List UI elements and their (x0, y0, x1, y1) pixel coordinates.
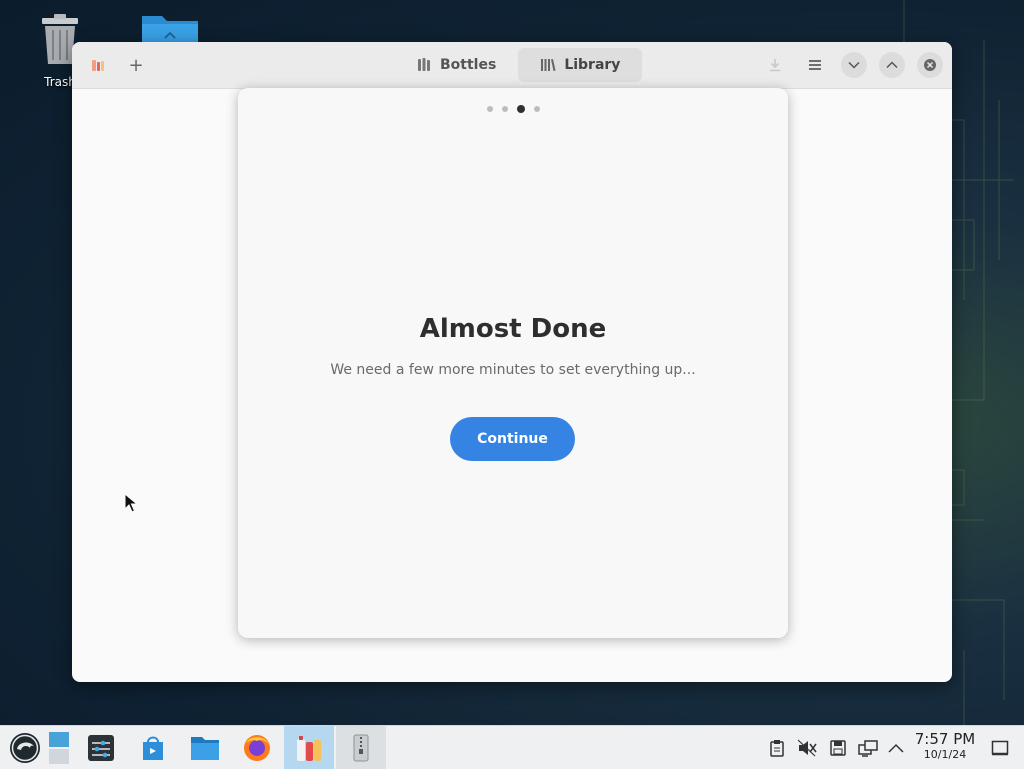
bottles-window: + Bottles Library Almost Done We need a … (72, 42, 952, 682)
bottles-app-icon (86, 50, 110, 80)
volume-muted-icon[interactable] (797, 738, 817, 758)
maximize-icon[interactable] (879, 52, 905, 78)
add-icon[interactable]: + (124, 50, 148, 80)
page-dot-current[interactable] (516, 105, 525, 113)
download-icon[interactable] (762, 52, 788, 78)
taskbar: 7:57 PM 10/1/24 (0, 725, 1024, 769)
bottles-taskbar-icon[interactable] (284, 726, 334, 769)
hamburger-menu-icon[interactable] (802, 52, 828, 78)
software-store-icon[interactable] (130, 726, 176, 769)
storage-icon[interactable] (828, 738, 848, 758)
network-icon[interactable] (858, 738, 878, 758)
tab-bottles-label: Bottles (440, 57, 497, 73)
page-indicator (238, 105, 788, 113)
tray-expand-icon[interactable] (886, 738, 906, 758)
page-dot[interactable] (486, 106, 493, 112)
onboarding-subtitle: We need a few more minutes to set everyt… (330, 362, 696, 378)
tab-library-label: Library (564, 57, 621, 73)
clock[interactable]: 7:57 PM 10/1/24 (912, 731, 978, 762)
folder-icon (142, 16, 198, 44)
archive-icon[interactable] (336, 726, 386, 769)
page-dot[interactable] (501, 106, 508, 112)
headerbar: + Bottles Library (72, 42, 952, 89)
show-desktop-icon[interactable] (40, 726, 78, 769)
onboarding-dialog: Almost Done We need a few more minutes t… (238, 88, 788, 638)
tab-library[interactable]: Library (518, 48, 643, 82)
settings-icon[interactable] (78, 726, 124, 769)
minimize-icon[interactable] (841, 52, 867, 78)
onboarding-title: Almost Done (419, 314, 607, 344)
firefox-icon[interactable] (234, 726, 280, 769)
file-manager-icon[interactable] (182, 726, 228, 769)
bottles-icon (418, 58, 430, 71)
page-dot[interactable] (533, 106, 540, 112)
library-icon (541, 59, 556, 71)
close-icon[interactable] (917, 52, 943, 78)
continue-button[interactable]: Continue (450, 417, 575, 461)
clipboard-icon[interactable] (767, 738, 787, 758)
mouse-cursor-icon (124, 493, 138, 513)
clock-date: 10/1/24 (923, 748, 967, 761)
clock-time: 7:57 PM (914, 730, 976, 748)
view-switcher: Bottles Library (394, 48, 643, 82)
tab-bottles[interactable]: Bottles (394, 48, 518, 82)
peek-desktop-icon[interactable] (990, 738, 1010, 758)
